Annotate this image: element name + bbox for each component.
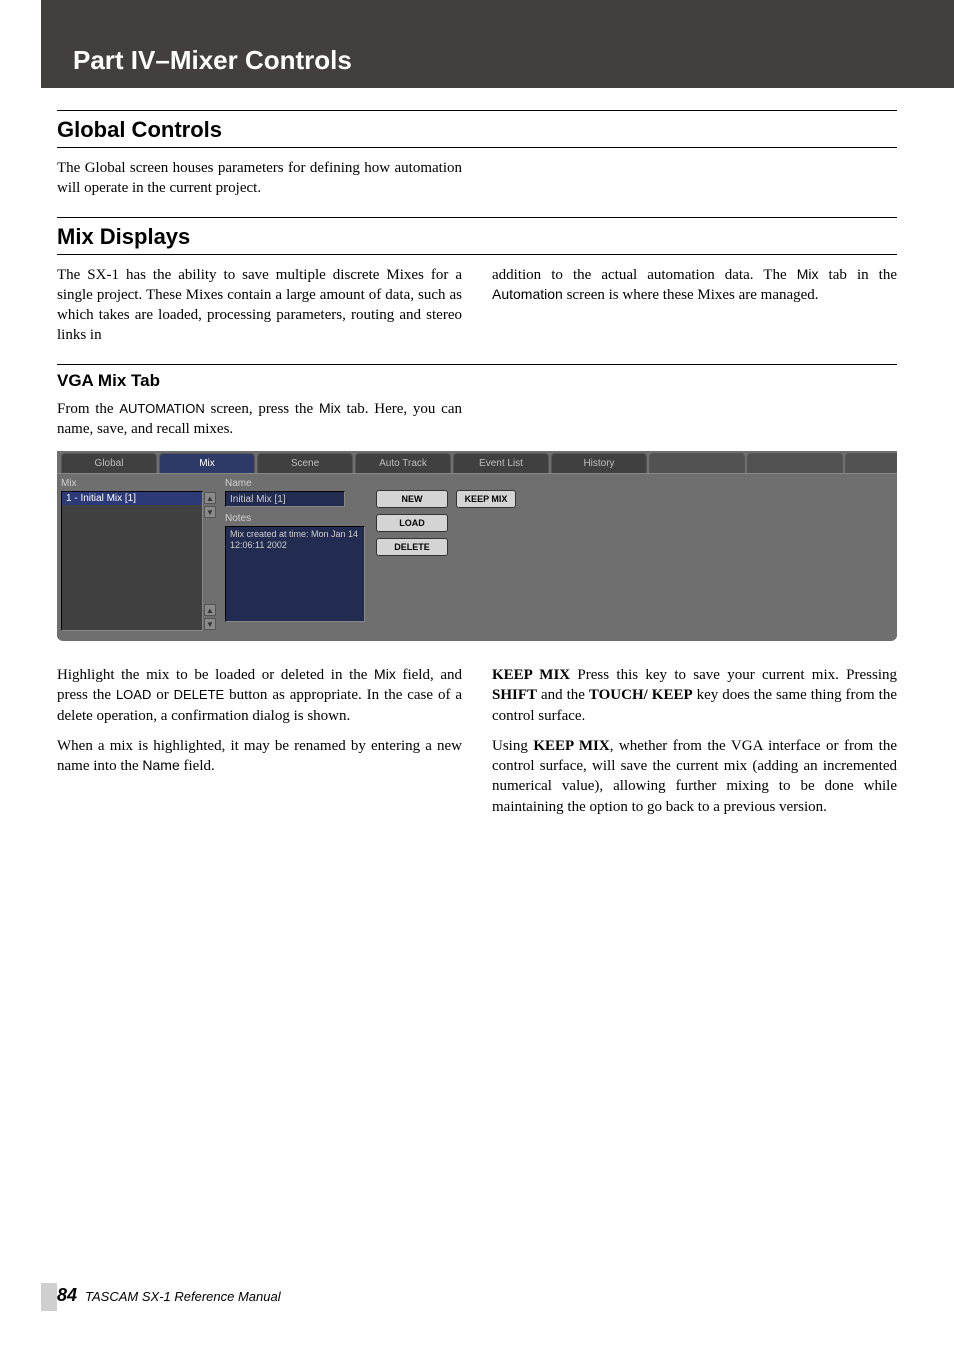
notes-field[interactable]: Mix created at time: Mon Jan 14 12:06:11…	[225, 526, 365, 622]
subsection-heading-vga-mix-tab: VGA Mix Tab	[57, 371, 897, 391]
delete-button[interactable]: DELETE	[376, 538, 448, 556]
text-segment: Using	[492, 738, 533, 754]
name-field-label: Name	[225, 478, 368, 489]
vga-intro-columns: From the AUTOMATION screen, press the Mi…	[57, 395, 897, 440]
load-button[interactable]: LOAD	[376, 514, 448, 532]
below-left-p2: When a mix is highlighted, it may be ren…	[57, 736, 462, 777]
keep-mix-button[interactable]: KEEP MIX	[456, 490, 516, 508]
tab-auto-track[interactable]: Auto Track	[355, 453, 451, 473]
name-label-inline: Name	[142, 757, 179, 773]
mix-listbox[interactable]: 1 - Initial Mix [1] ▲ ▼ ▲ ▼	[61, 491, 203, 631]
notes-field-label: Notes	[225, 513, 368, 524]
margin-accent-bar	[41, 0, 57, 88]
vga-intro-para: From the AUTOMATION screen, press the Mi…	[57, 399, 462, 440]
ui-button-column-1: NEW LOAD DELETE	[372, 474, 452, 639]
scroll-down-icon[interactable]: ▼	[204, 618, 216, 630]
load-label-inline: LOAD	[116, 687, 151, 702]
page-header-title: Part IV–Mixer Controls	[73, 45, 352, 76]
page-footer: 84 TASCAM SX-1 Reference Manual	[57, 1285, 281, 1306]
text-segment: and the	[537, 687, 589, 703]
mix-label-inline: Mix	[797, 266, 819, 282]
name-field[interactable]: Initial Mix [1]	[225, 491, 345, 507]
tab-empty	[747, 453, 843, 473]
text-segment: When a mix is highlighted, it may be ren…	[57, 738, 462, 774]
section-heading-global: Global Controls	[57, 117, 897, 143]
page-header: Part IV–Mixer Controls	[57, 0, 954, 88]
below-left-p1: Highlight the mix to be loaded or delete…	[57, 665, 462, 726]
mix-displays-col-left: The SX-1 has the ability to save multipl…	[57, 255, 462, 346]
ui-body: Mix 1 - Initial Mix [1] ▲ ▼ ▲ ▼ Name Ini…	[57, 473, 897, 639]
mix-label-inline: Mix	[319, 400, 341, 416]
tab-global[interactable]: Global	[61, 453, 157, 473]
footer-accent-bar	[41, 1283, 57, 1311]
global-col-left: The Global screen houses parameters for …	[57, 148, 462, 199]
tab-empty	[845, 453, 897, 473]
mix-list-label: Mix	[61, 478, 203, 489]
touch-keep-key-bold: TOUCH/ KEEP	[589, 687, 693, 703]
below-columns: Highlight the mix to be loaded or delete…	[57, 655, 897, 817]
footer-manual-title: TASCAM SX-1 Reference Manual	[85, 1289, 281, 1304]
shift-key-bold: SHIFT	[492, 687, 537, 703]
mix-displays-para-left: The SX-1 has the ability to save multipl…	[57, 265, 462, 346]
tab-scene[interactable]: Scene	[257, 453, 353, 473]
page-number: 84	[57, 1285, 77, 1306]
text-segment: screen, press the	[205, 401, 319, 417]
tab-mix[interactable]: Mix	[159, 453, 255, 473]
mix-displays-para-right: addition to the actual automation data. …	[492, 265, 897, 306]
new-button[interactable]: NEW	[376, 490, 448, 508]
section-rule	[57, 364, 897, 365]
mix-label-inline: Mix	[374, 666, 396, 682]
delete-label-inline: DELETE	[174, 687, 225, 702]
mix-displays-columns: The SX-1 has the ability to save multipl…	[57, 255, 897, 346]
scroll-up-icon[interactable]: ▲	[204, 492, 216, 504]
section-heading-mix-displays: Mix Displays	[57, 224, 897, 250]
vga-intro-col-left: From the AUTOMATION screen, press the Mi…	[57, 395, 462, 440]
text-segment: Press this key to save your current mix.…	[570, 667, 897, 683]
below-col-right: KEEP MIX Press this key to save your cur…	[492, 655, 897, 817]
keep-mix-label-bold: KEEP MIX	[492, 667, 570, 683]
below-right-p1: KEEP MIX Press this key to save your cur…	[492, 665, 897, 726]
automation-caps-inline: AUTOMATION	[119, 401, 204, 416]
text-segment: or	[151, 687, 173, 703]
global-para: The Global screen houses parameters for …	[57, 158, 462, 199]
automation-label-inline: Automation	[492, 286, 563, 302]
section-rule	[57, 217, 897, 218]
section-rule	[57, 110, 897, 111]
global-col-right	[492, 148, 897, 199]
text-segment: tab in the	[818, 267, 897, 283]
ui-button-column-2: KEEP MIX	[452, 474, 520, 639]
tab-empty	[649, 453, 745, 473]
scroll-up-icon[interactable]: ▲	[204, 604, 216, 616]
tab-history[interactable]: History	[551, 453, 647, 473]
page-content: Global Controls The Global screen houses…	[57, 110, 897, 817]
ui-tab-bar: Global Mix Scene Auto Track Event List H…	[57, 451, 897, 473]
text-segment: Highlight the mix to be loaded or delete…	[57, 667, 374, 683]
ui-name-notes-panel: Name Initial Mix [1] Notes Mix created a…	[207, 474, 372, 639]
text-segment: addition to the actual automation data. …	[492, 267, 797, 283]
keep-mix-label-bold: KEEP MIX	[533, 738, 609, 754]
mix-list-item[interactable]: 1 - Initial Mix [1]	[62, 492, 202, 505]
scroll-down-icon[interactable]: ▼	[204, 506, 216, 518]
text-segment: screen is where these Mixes are managed.	[563, 287, 819, 303]
below-col-left: Highlight the mix to be loaded or delete…	[57, 655, 462, 817]
automation-mix-screenshot: Global Mix Scene Auto Track Event List H…	[57, 451, 897, 641]
vga-intro-col-right	[492, 395, 897, 440]
global-columns: The Global screen houses parameters for …	[57, 148, 897, 199]
mix-displays-col-right: addition to the actual automation data. …	[492, 255, 897, 346]
text-segment: field.	[180, 758, 215, 774]
ui-mix-list-panel: Mix 1 - Initial Mix [1] ▲ ▼ ▲ ▼	[57, 474, 207, 639]
below-right-p2: Using KEEP MIX, whether from the VGA int…	[492, 736, 897, 817]
text-segment: From the	[57, 401, 119, 417]
tab-event-list[interactable]: Event List	[453, 453, 549, 473]
